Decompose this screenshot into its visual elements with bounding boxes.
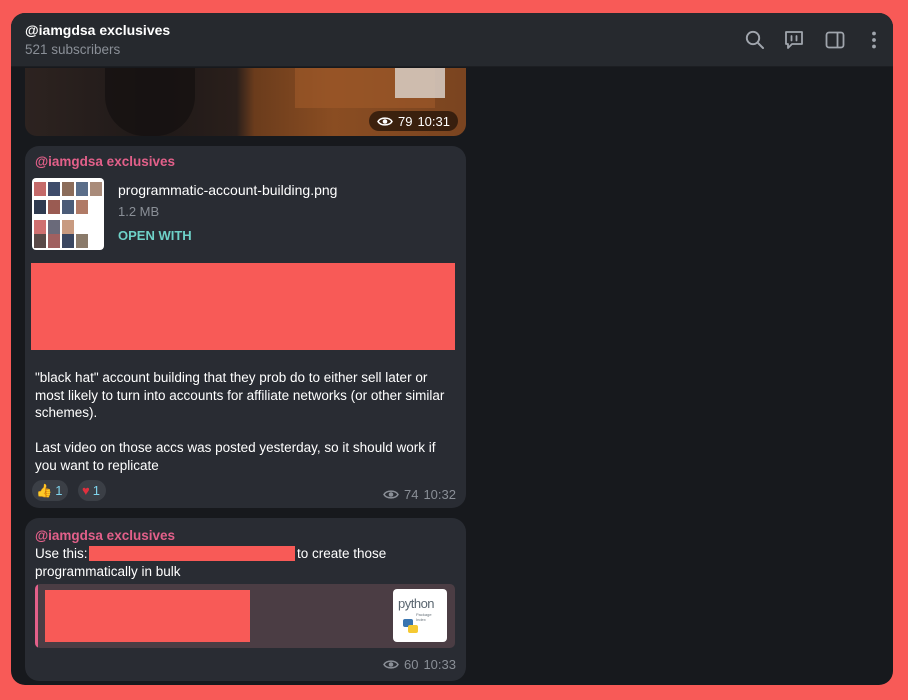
chat-header[interactable]: @iamgdsa exclusives 521 subscribers: [11, 13, 893, 67]
message-author[interactable]: @iamgdsa exclusives: [35, 154, 175, 169]
message-time: 10:31: [417, 113, 450, 129]
pypi-logo-title: python: [398, 596, 435, 611]
subscriber-count: 521 subscribers: [25, 42, 121, 57]
message-text: Last video on those accs was posted yest…: [35, 440, 436, 473]
thumb-cell: [34, 182, 46, 196]
thumb-cell: [48, 234, 60, 248]
thumb-cell: [34, 234, 46, 248]
message-author[interactable]: @iamgdsa exclusives: [35, 528, 175, 543]
video-message[interactable]: 79 10:31: [25, 68, 466, 136]
message-bubble[interactable]: @iamgdsa exclusives Use this: to create …: [25, 518, 466, 681]
thumb-cell: [62, 182, 74, 196]
reaction-count: 1: [92, 483, 100, 498]
view-count: 60: [403, 657, 419, 672]
more-button[interactable]: [862, 28, 886, 52]
file-size: 1.2 MB: [118, 204, 160, 219]
message-text: programmatically in bulk: [35, 564, 181, 579]
preview-accent-bar: [35, 584, 38, 648]
discussion-icon: [782, 28, 806, 52]
message-text: "black hat" account building that they p…: [35, 370, 445, 421]
more-icon: [862, 28, 886, 52]
message-bubble[interactable]: @iamgdsa exclusives programmatic-account…: [25, 146, 466, 508]
app-window: @iamgdsa exclusives 521 subscribers 79 1…: [11, 13, 893, 685]
pypi-logo: python Package Index: [393, 589, 447, 642]
thumb-cell: [76, 234, 88, 248]
thumb-cell: [90, 182, 102, 196]
link-preview[interactable]: python Package Index: [35, 584, 455, 648]
view-count: 79: [397, 113, 413, 129]
reaction-count: 1: [55, 483, 63, 498]
thumb-cell: [76, 200, 88, 214]
thumb-cell: [48, 200, 60, 214]
video-frame-figure: [105, 68, 195, 136]
message-meta: 60 10:33: [383, 657, 456, 672]
heart-icon: ♥: [82, 483, 90, 498]
thumb-cell: [48, 220, 60, 234]
redacted-block: [31, 263, 455, 350]
thumb-cell: [62, 200, 74, 214]
views-icon: [377, 116, 393, 127]
message-time: 10:33: [423, 657, 456, 672]
message-time: 10:32: [423, 487, 456, 502]
python-logo-yellow: [408, 625, 418, 633]
file-thumbnail[interactable]: [32, 178, 104, 250]
redacted-preview-text: [45, 590, 250, 642]
message-text-start: Use this:: [35, 546, 88, 561]
open-with-button[interactable]: OPEN WITH: [118, 228, 192, 243]
pypi-logo-subtitle-line: Index: [416, 617, 426, 622]
search-button[interactable]: [743, 28, 767, 52]
message-list[interactable]: 79 10:31 @iamgdsa exclusives programmati…: [11, 68, 893, 685]
video-frame-wall: [395, 68, 445, 98]
message-meta: 74 10:32: [383, 487, 456, 502]
reaction-heart[interactable]: ♥ 1: [78, 480, 106, 501]
thumb-cell: [34, 220, 46, 234]
message-text-end: to create those: [297, 546, 387, 561]
view-count: 74: [403, 487, 419, 502]
pypi-logo-subtitle: Package Index: [416, 612, 432, 622]
thumb-cell: [62, 234, 74, 248]
file-name[interactable]: programmatic-account-building.png: [118, 182, 337, 198]
redacted-link[interactable]: [89, 546, 295, 561]
search-icon: [743, 28, 767, 52]
thumb-cell: [34, 200, 46, 214]
video-meta: 79 10:31: [368, 111, 458, 131]
views-icon: [383, 489, 399, 500]
views-icon: [383, 659, 399, 670]
sidebar-toggle-icon: [823, 28, 847, 52]
thumbs-up-icon: 👍: [36, 483, 53, 498]
channel-title[interactable]: @iamgdsa exclusives: [25, 22, 170, 38]
thumb-cell: [76, 182, 88, 196]
reaction-thumbs-up[interactable]: 👍 1: [32, 480, 69, 501]
thumb-cell: [62, 220, 74, 234]
discussion-button[interactable]: [782, 28, 806, 52]
sidebar-toggle-button[interactable]: [823, 28, 847, 52]
thumb-cell: [48, 182, 60, 196]
